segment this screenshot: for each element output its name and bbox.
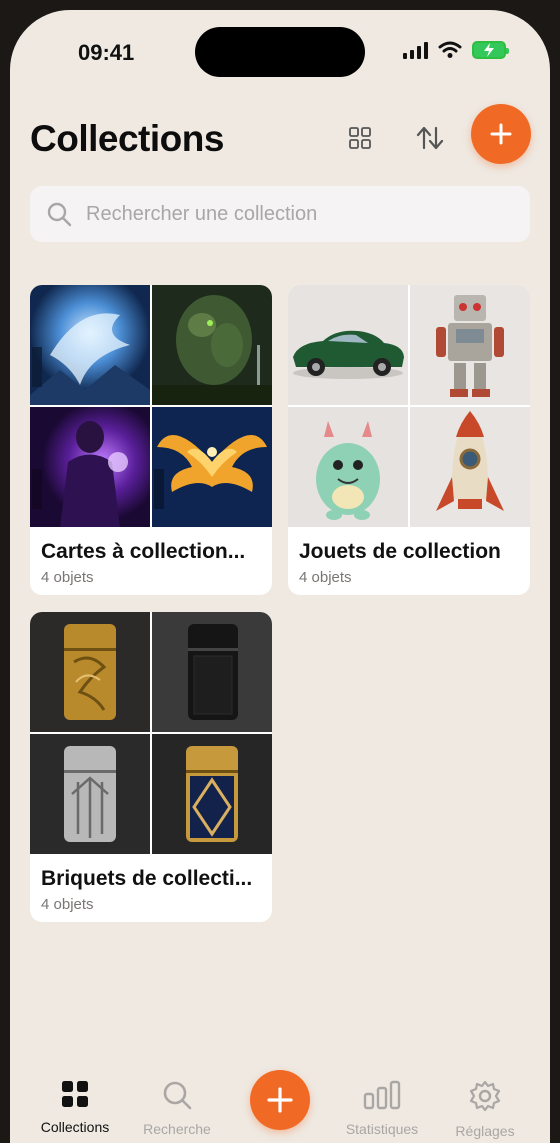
status-icons — [403, 41, 509, 59]
silver-deco-lighter-thumb — [30, 734, 150, 854]
wifi-icon — [438, 41, 462, 58]
app-screen: 09:41 Collections Rechercher une collect… — [10, 10, 550, 1143]
tab-label: Collections — [40, 1119, 110, 1135]
tin-robot-thumb — [410, 285, 530, 405]
tab-label: Statistiques — [345, 1121, 419, 1137]
page-title: Collections — [30, 118, 224, 159]
green-toy-car-thumb — [288, 285, 408, 405]
monster-figurine-thumb — [288, 407, 408, 527]
search-icon — [47, 202, 72, 227]
bar-chart-icon — [363, 1080, 401, 1110]
collection-name: Cartes à collection... — [41, 540, 246, 563]
signal-icon — [403, 41, 428, 59]
sort-button[interactable] — [410, 118, 450, 158]
add-item-fab[interactable] — [250, 1070, 310, 1130]
phone-frame: 09:41 Collections Rechercher une collect… — [0, 0, 560, 1143]
ice-dragon-card-thumb — [30, 285, 150, 405]
collection-count: 4 objets — [41, 569, 94, 586]
tab-label: Recherche — [143, 1121, 211, 1137]
collection-name: Briquets de collecti... — [41, 867, 253, 890]
collection-name: Jouets de collection — [299, 540, 501, 563]
tab-label: Réglages — [455, 1123, 515, 1139]
collection-count: 4 objets — [299, 569, 352, 586]
collection-card[interactable]: Briquets de collecti... 4 objets — [30, 612, 272, 922]
phoenix-card-thumb — [152, 407, 272, 527]
sort-arrows-icon — [416, 126, 444, 150]
grid-view-button[interactable] — [340, 118, 380, 158]
grid-icon — [62, 1081, 88, 1107]
grid-icon — [349, 127, 371, 149]
black-lighter-thumb — [152, 612, 272, 732]
collection-count: 4 objets — [41, 896, 94, 913]
tab-collections[interactable]: Collections — [30, 1080, 120, 1135]
tab-statistiques[interactable]: Statistiques — [337, 1080, 427, 1137]
gold-engraved-lighter-thumb — [30, 612, 150, 732]
plus-icon — [490, 123, 512, 145]
battery-icon — [472, 41, 509, 59]
tin-rocket-thumb — [410, 407, 530, 527]
add-collection-button[interactable] — [471, 104, 531, 164]
dynamic-island — [195, 27, 365, 77]
collection-thumbnails — [30, 285, 272, 527]
collection-card[interactable]: Jouets de collection 4 objets — [288, 285, 530, 595]
blue-gold-lighter-thumb — [152, 734, 272, 854]
search-bar[interactable] — [30, 186, 530, 242]
status-time: 09:41 — [78, 40, 135, 65]
tab-recherche[interactable]: Recherche — [132, 1080, 222, 1137]
plus-icon — [267, 1087, 293, 1113]
forest-golem-card-thumb — [152, 285, 272, 405]
collection-thumbnails — [30, 612, 272, 854]
search-icon — [163, 1081, 192, 1110]
collection-card[interactable]: Cartes à collection... 4 objets — [30, 285, 272, 595]
collection-thumbnails — [288, 285, 530, 527]
search-input[interactable] — [86, 202, 506, 226]
gear-icon — [469, 1080, 501, 1112]
tab-reglages[interactable]: Réglages — [440, 1080, 530, 1139]
sorceress-card-thumb — [30, 407, 150, 527]
